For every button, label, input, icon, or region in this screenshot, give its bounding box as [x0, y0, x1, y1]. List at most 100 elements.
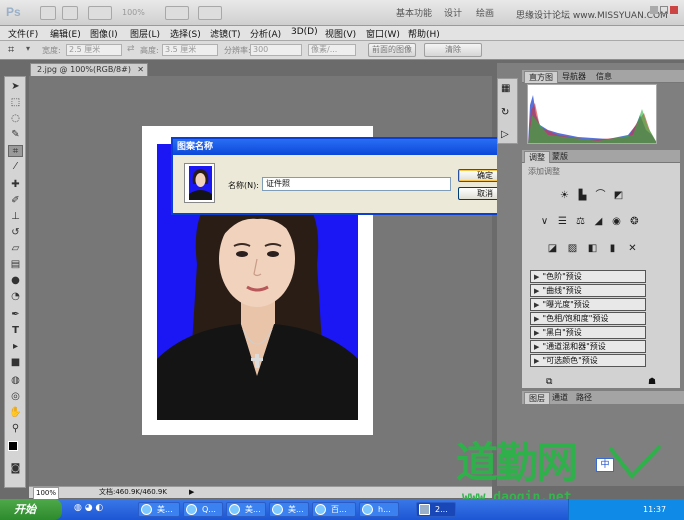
quick-mask-icon[interactable]: ◙	[8, 463, 23, 475]
path-select-tool-icon[interactable]: ▸	[8, 341, 23, 353]
maximize-icon[interactable]	[660, 6, 668, 14]
type-tool-icon[interactable]: T	[8, 325, 23, 337]
hue-saturation-icon[interactable]: ☰	[556, 216, 569, 228]
history-panel-icon[interactable]: ↻	[501, 107, 509, 118]
brightness-icon[interactable]: ☀	[558, 190, 571, 202]
move-tool-icon[interactable]: ➤	[8, 81, 23, 93]
preset-channel-mixer[interactable]: ▶ "通道混和器"预设	[530, 340, 646, 353]
preset-selective-color[interactable]: ▶ "可选颜色"预设	[530, 354, 646, 367]
ime-indicator[interactable]: 中	[596, 458, 614, 472]
eraser-tool-icon[interactable]: ▱	[8, 243, 23, 255]
foreground-color-swatch[interactable]	[8, 441, 18, 451]
menu-file[interactable]: 文件(F)	[8, 27, 38, 40]
menu-image[interactable]: 图像(I)	[90, 27, 118, 40]
clip-layer-icon[interactable]: ⧉	[546, 377, 552, 387]
menu-window[interactable]: 窗口(W)	[366, 27, 400, 40]
menu-select[interactable]: 选择(S)	[170, 27, 201, 40]
selective-color-icon[interactable]: ✕	[626, 243, 639, 255]
crop-tool-icon[interactable]: ⌗	[8, 43, 14, 57]
minibridge-button[interactable]	[62, 6, 78, 20]
color-balance-icon[interactable]: ⚖	[574, 216, 587, 228]
menu-layer[interactable]: 图层(L)	[130, 27, 160, 40]
tab-paths[interactable]: 路径	[572, 392, 596, 404]
tab-layers[interactable]: 图层	[524, 392, 550, 404]
3d-orbit-tool-icon[interactable]: ◎	[8, 391, 23, 403]
dodge-tool-icon[interactable]: ◔	[8, 291, 23, 303]
start-button[interactable]: 开始	[0, 499, 62, 520]
hand-tool-icon[interactable]: ✋	[8, 407, 23, 419]
clock[interactable]: 11:37	[643, 505, 666, 514]
invert-icon[interactable]: ◪	[546, 243, 559, 255]
taskbar-item-6[interactable]: h...	[359, 502, 399, 517]
taskbar-item-5[interactable]: 百...	[312, 502, 356, 517]
posterize-icon[interactable]: ▨	[566, 243, 579, 255]
close-tab-icon[interactable]: ✕	[137, 64, 144, 76]
menu-filter[interactable]: 滤镜(T)	[210, 27, 241, 40]
workspace-design[interactable]: 设计	[444, 6, 462, 19]
status-arrow-icon[interactable]: ▶	[189, 487, 194, 498]
histogram-panel-icon[interactable]: ▦	[501, 83, 510, 94]
marquee-tool-icon[interactable]: ⬚	[8, 97, 23, 109]
photo-filter-icon[interactable]: ◉	[610, 216, 623, 228]
document-tab[interactable]: 2.jpg @ 100%(RGB/8#) ✕	[30, 63, 148, 76]
tab-channels[interactable]: 通道	[548, 392, 572, 404]
gradient-tool-icon[interactable]: ▤	[8, 259, 23, 271]
channel-mixer-icon[interactable]: ❂	[628, 216, 641, 228]
workspace-essentials[interactable]: 基本功能	[396, 6, 432, 19]
gradient-map-icon[interactable]: ▮	[606, 243, 619, 255]
black-white-icon[interactable]: ◢	[592, 216, 605, 228]
actions-panel-icon[interactable]: ▷	[501, 129, 509, 140]
vibrance-icon[interactable]: ∨	[538, 216, 551, 228]
tab-info[interactable]: 信息	[592, 71, 616, 83]
tab-histogram[interactable]: 直方图	[524, 71, 558, 83]
eyedropper-tool-icon[interactable]: ⁄	[8, 161, 23, 173]
preset-levels[interactable]: ▶ "色阶"预设	[530, 270, 646, 283]
curves-icon[interactable]: ⌒	[594, 190, 607, 202]
taskbar-item-1[interactable]: 美...	[138, 502, 180, 517]
clone-stamp-tool-icon[interactable]: ⊥	[8, 211, 23, 223]
tab-adjustments[interactable]: 调整	[524, 151, 550, 163]
tab-masks[interactable]: 蒙版	[548, 151, 572, 163]
quick-select-tool-icon[interactable]: ✎	[8, 129, 23, 141]
healing-brush-tool-icon[interactable]: ✚	[8, 179, 23, 191]
exposure-icon[interactable]: ◩	[612, 190, 625, 202]
panel-options-icon[interactable]: ☗	[648, 377, 656, 387]
quick-launch-icons[interactable]: ◍ ◕ ◐	[74, 503, 103, 513]
tab-navigator[interactable]: 导航器	[558, 71, 590, 83]
zoom-level[interactable]: 100%	[122, 8, 145, 17]
menu-view[interactable]: 视图(V)	[325, 27, 356, 40]
pen-tool-icon[interactable]: ✒	[8, 309, 23, 321]
minimize-icon[interactable]	[650, 6, 658, 14]
taskbar-item-4[interactable]: 美...	[269, 502, 309, 517]
chevron-down-icon[interactable]: ▾	[26, 44, 30, 53]
preset-black-white[interactable]: ▶ "黑白"预设	[530, 326, 646, 339]
menu-edit[interactable]: 编辑(E)	[50, 27, 81, 40]
menu-3d[interactable]: 3D(D)	[291, 27, 318, 37]
preset-hue-saturation[interactable]: ▶ "色相/饱和度"预设	[530, 312, 646, 325]
window-controls[interactable]	[650, 6, 680, 20]
close-icon[interactable]	[670, 6, 678, 14]
threshold-icon[interactable]: ◧	[586, 243, 599, 255]
arrange-documents-button[interactable]	[165, 6, 189, 20]
preset-exposure[interactable]: ▶ "曝光度"预设	[530, 298, 646, 311]
taskbar-item-3[interactable]: 美...	[226, 502, 266, 517]
taskbar-item-photoshop[interactable]: 2...	[416, 502, 456, 517]
view-extras-button[interactable]	[88, 6, 112, 20]
height-field[interactable]: 3.5 厘米	[162, 44, 218, 56]
history-brush-tool-icon[interactable]: ↺	[8, 227, 23, 239]
menu-help[interactable]: 帮助(H)	[408, 27, 440, 40]
front-image-button[interactable]: 前面的图像	[368, 43, 416, 57]
pattern-name-input[interactable]: 证件照	[262, 177, 451, 191]
clear-button[interactable]: 清除	[424, 43, 482, 57]
zoom-tool-icon[interactable]: ⚲	[8, 423, 23, 435]
bridge-button[interactable]	[40, 6, 56, 20]
levels-icon[interactable]: ▙	[576, 190, 589, 202]
resolution-unit-select[interactable]: 像素/...	[308, 44, 356, 56]
preset-curves[interactable]: ▶ "曲线"预设	[530, 284, 646, 297]
crop-tool-icon[interactable]: ⌗	[8, 145, 23, 157]
color-swatches[interactable]	[8, 441, 23, 456]
shape-tool-icon[interactable]: ■	[8, 357, 23, 369]
lasso-tool-icon[interactable]: ◌	[8, 113, 23, 125]
swap-icon[interactable]: ⇄	[127, 44, 135, 54]
taskbar-item-2[interactable]: Q...	[183, 502, 223, 517]
